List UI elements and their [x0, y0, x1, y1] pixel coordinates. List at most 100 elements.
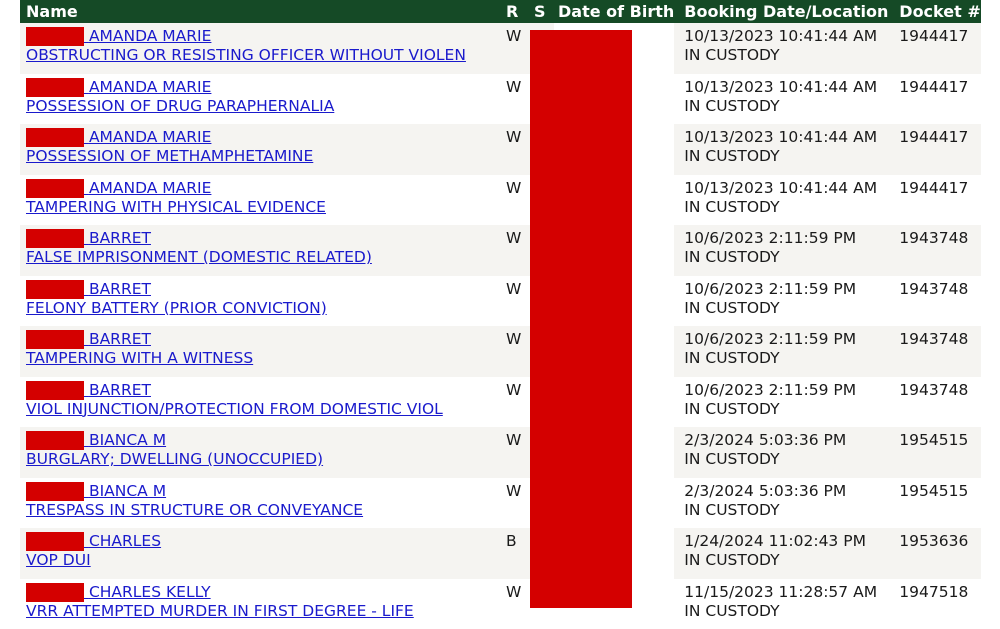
inmate-name: BIANCA M	[89, 431, 166, 449]
table-row: AMANDA MARIE POSSESSION OF DRUG PARAPHER…	[20, 74, 981, 125]
inmate-name-link[interactable]: BIANCA M	[26, 431, 166, 449]
race-cell: W	[498, 478, 528, 529]
surname-redaction	[26, 431, 84, 450]
table-row: AMANDA MARIE POSSESSION OF METHAMPHETAMI…	[20, 124, 981, 175]
docket-cell: 1953636	[889, 528, 981, 579]
booking-location: IN CUSTODY	[684, 501, 779, 519]
name-cell: AMANDA MARIE POSSESSION OF METHAMPHETAMI…	[20, 124, 498, 175]
inmate-name-link[interactable]: BIANCA M	[26, 482, 166, 500]
charge-link[interactable]: TAMPERING WITH PHYSICAL EVIDENCE	[26, 198, 326, 216]
inmate-name: BARRET	[89, 229, 151, 247]
inmate-name: AMANDA MARIE	[89, 78, 211, 96]
charge-link[interactable]: FELONY BATTERY (PRIOR CONVICTION)	[26, 299, 327, 317]
table-row: AMANDA MARIE OBSTRUCTING OR RESISTING OF…	[20, 23, 981, 74]
table-row: BIANCA M TRESPASS IN STRUCTURE OR CONVEY…	[20, 478, 981, 529]
race-cell: W	[498, 175, 528, 226]
inmate-name-link[interactable]: AMANDA MARIE	[26, 179, 211, 197]
docket-cell: 1944417	[889, 74, 981, 125]
booking-cell: 10/6/2023 2:11:59 PM IN CUSTODY	[674, 377, 889, 428]
inmate-name-link[interactable]: AMANDA MARIE	[26, 78, 211, 96]
inmate-name-link[interactable]: BARRET	[26, 330, 151, 348]
docket-cell: 1944417	[889, 124, 981, 175]
race-cell: B	[498, 528, 528, 579]
inmate-name: BARRET	[89, 381, 151, 399]
booking-date: 2/3/2024 5:03:36 PM	[684, 431, 846, 449]
docket-cell: 1954515	[889, 478, 981, 529]
surname-redaction	[26, 482, 84, 501]
charge-link[interactable]: VIOL INJUNCTION/PROTECTION FROM DOMESTIC…	[26, 400, 443, 418]
race-cell: W	[498, 74, 528, 125]
inmate-name-link[interactable]: AMANDA MARIE	[26, 128, 211, 146]
charge-link[interactable]: VRR ATTEMPTED MURDER IN FIRST DEGREE - L…	[26, 602, 414, 620]
header-race: R	[498, 0, 528, 23]
inmate-name: BIANCA M	[89, 482, 166, 500]
booking-location: IN CUSTODY	[684, 400, 779, 418]
header-booking-date-location: Booking Date/Location	[674, 0, 889, 23]
race-cell: W	[498, 23, 528, 74]
docket-cell: 1944417	[889, 23, 981, 74]
surname-redaction	[26, 128, 84, 147]
booking-cell: 2/3/2024 5:03:36 PM IN CUSTODY	[674, 478, 889, 529]
booking-location: IN CUSTODY	[684, 349, 779, 367]
race-cell: W	[498, 427, 528, 478]
charge-link[interactable]: TAMPERING WITH A WITNESS	[26, 349, 253, 367]
name-cell: CHARLES KELLY VRR ATTEMPTED MURDER IN FI…	[20, 579, 498, 629]
booking-location: IN CUSTODY	[684, 450, 779, 468]
header-docket: Docket #	[889, 0, 981, 23]
inmate-name-link[interactable]: BARRET	[26, 229, 151, 247]
inmate-name-link[interactable]: CHARLES	[26, 532, 161, 550]
header-date-of-birth: Date of Birth	[554, 0, 674, 23]
surname-redaction	[26, 280, 84, 299]
booking-cell: 10/6/2023 2:11:59 PM IN CUSTODY	[674, 276, 889, 327]
docket-cell: 1947518	[889, 579, 981, 629]
booking-cell: 2/3/2024 5:03:36 PM IN CUSTODY	[674, 427, 889, 478]
inmate-name-link[interactable]: BARRET	[26, 280, 151, 298]
table-row: BARRET FALSE IMPRISONMENT (DOMESTIC RELA…	[20, 225, 981, 276]
charge-link[interactable]: BURGLARY; DWELLING (UNOCCUPIED)	[26, 450, 323, 468]
docket-cell: 1944417	[889, 175, 981, 226]
table-header-row: Name R S Date of Birth Booking Date/Loca…	[20, 0, 981, 23]
booking-location: IN CUSTODY	[684, 551, 779, 569]
name-cell: AMANDA MARIE OBSTRUCTING OR RESISTING OF…	[20, 23, 498, 74]
booking-date: 10/13/2023 10:41:44 AM	[684, 179, 877, 197]
booking-location: IN CUSTODY	[684, 46, 779, 64]
charge-link[interactable]: FALSE IMPRISONMENT (DOMESTIC RELATED)	[26, 248, 372, 266]
booking-cell: 11/15/2023 11:28:57 AM IN CUSTODY	[674, 579, 889, 629]
name-cell: AMANDA MARIE TAMPERING WITH PHYSICAL EVI…	[20, 175, 498, 226]
name-cell: AMANDA MARIE POSSESSION OF DRUG PARAPHER…	[20, 74, 498, 125]
inmate-name: BARRET	[89, 280, 151, 298]
inmate-name: BARRET	[89, 330, 151, 348]
table-row: CHARLES KELLY VRR ATTEMPTED MURDER IN FI…	[20, 579, 981, 629]
inmate-table: Name R S Date of Birth Booking Date/Loca…	[20, 0, 981, 629]
name-cell: BIANCA M TRESPASS IN STRUCTURE OR CONVEY…	[20, 478, 498, 529]
charge-link[interactable]: POSSESSION OF METHAMPHETAMINE	[26, 147, 313, 165]
charge-link[interactable]: OBSTRUCTING OR RESISTING OFFICER WITHOUT…	[26, 46, 466, 64]
inmate-name-link[interactable]: CHARLES KELLY	[26, 583, 211, 601]
inmate-name: AMANDA MARIE	[89, 27, 211, 45]
charge-link[interactable]: VOP DUI	[26, 551, 91, 569]
surname-redaction	[26, 27, 84, 46]
table-row: BARRET VIOL INJUNCTION/PROTECTION FROM D…	[20, 377, 981, 428]
booking-cell: 10/13/2023 10:41:44 AM IN CUSTODY	[674, 124, 889, 175]
surname-redaction	[26, 381, 84, 400]
charge-link[interactable]: TRESPASS IN STRUCTURE OR CONVEYANCE	[26, 501, 363, 519]
name-cell: BARRET FELONY BATTERY (PRIOR CONVICTION)	[20, 276, 498, 327]
surname-redaction	[26, 179, 84, 198]
booking-date: 1/24/2024 11:02:43 PM	[684, 532, 866, 550]
header-sex: S	[528, 0, 554, 23]
table-row: BARRET TAMPERING WITH A WITNESS W M 10/6…	[20, 326, 981, 377]
booking-date: 10/13/2023 10:41:44 AM	[684, 27, 877, 45]
charge-link[interactable]: POSSESSION OF DRUG PARAPHERNALIA	[26, 97, 334, 115]
name-cell: BARRET VIOL INJUNCTION/PROTECTION FROM D…	[20, 377, 498, 428]
booking-cell: 10/13/2023 10:41:44 AM IN CUSTODY	[674, 74, 889, 125]
booking-cell: 1/24/2024 11:02:43 PM IN CUSTODY	[674, 528, 889, 579]
inmate-name-link[interactable]: AMANDA MARIE	[26, 27, 211, 45]
race-cell: W	[498, 377, 528, 428]
surname-redaction	[26, 78, 84, 97]
docket-cell: 1943748	[889, 225, 981, 276]
inmate-name-link[interactable]: BARRET	[26, 381, 151, 399]
surname-redaction	[26, 532, 84, 551]
name-cell: BIANCA M BURGLARY; DWELLING (UNOCCUPIED)	[20, 427, 498, 478]
booking-location: IN CUSTODY	[684, 198, 779, 216]
name-cell: CHARLES VOP DUI	[20, 528, 498, 579]
